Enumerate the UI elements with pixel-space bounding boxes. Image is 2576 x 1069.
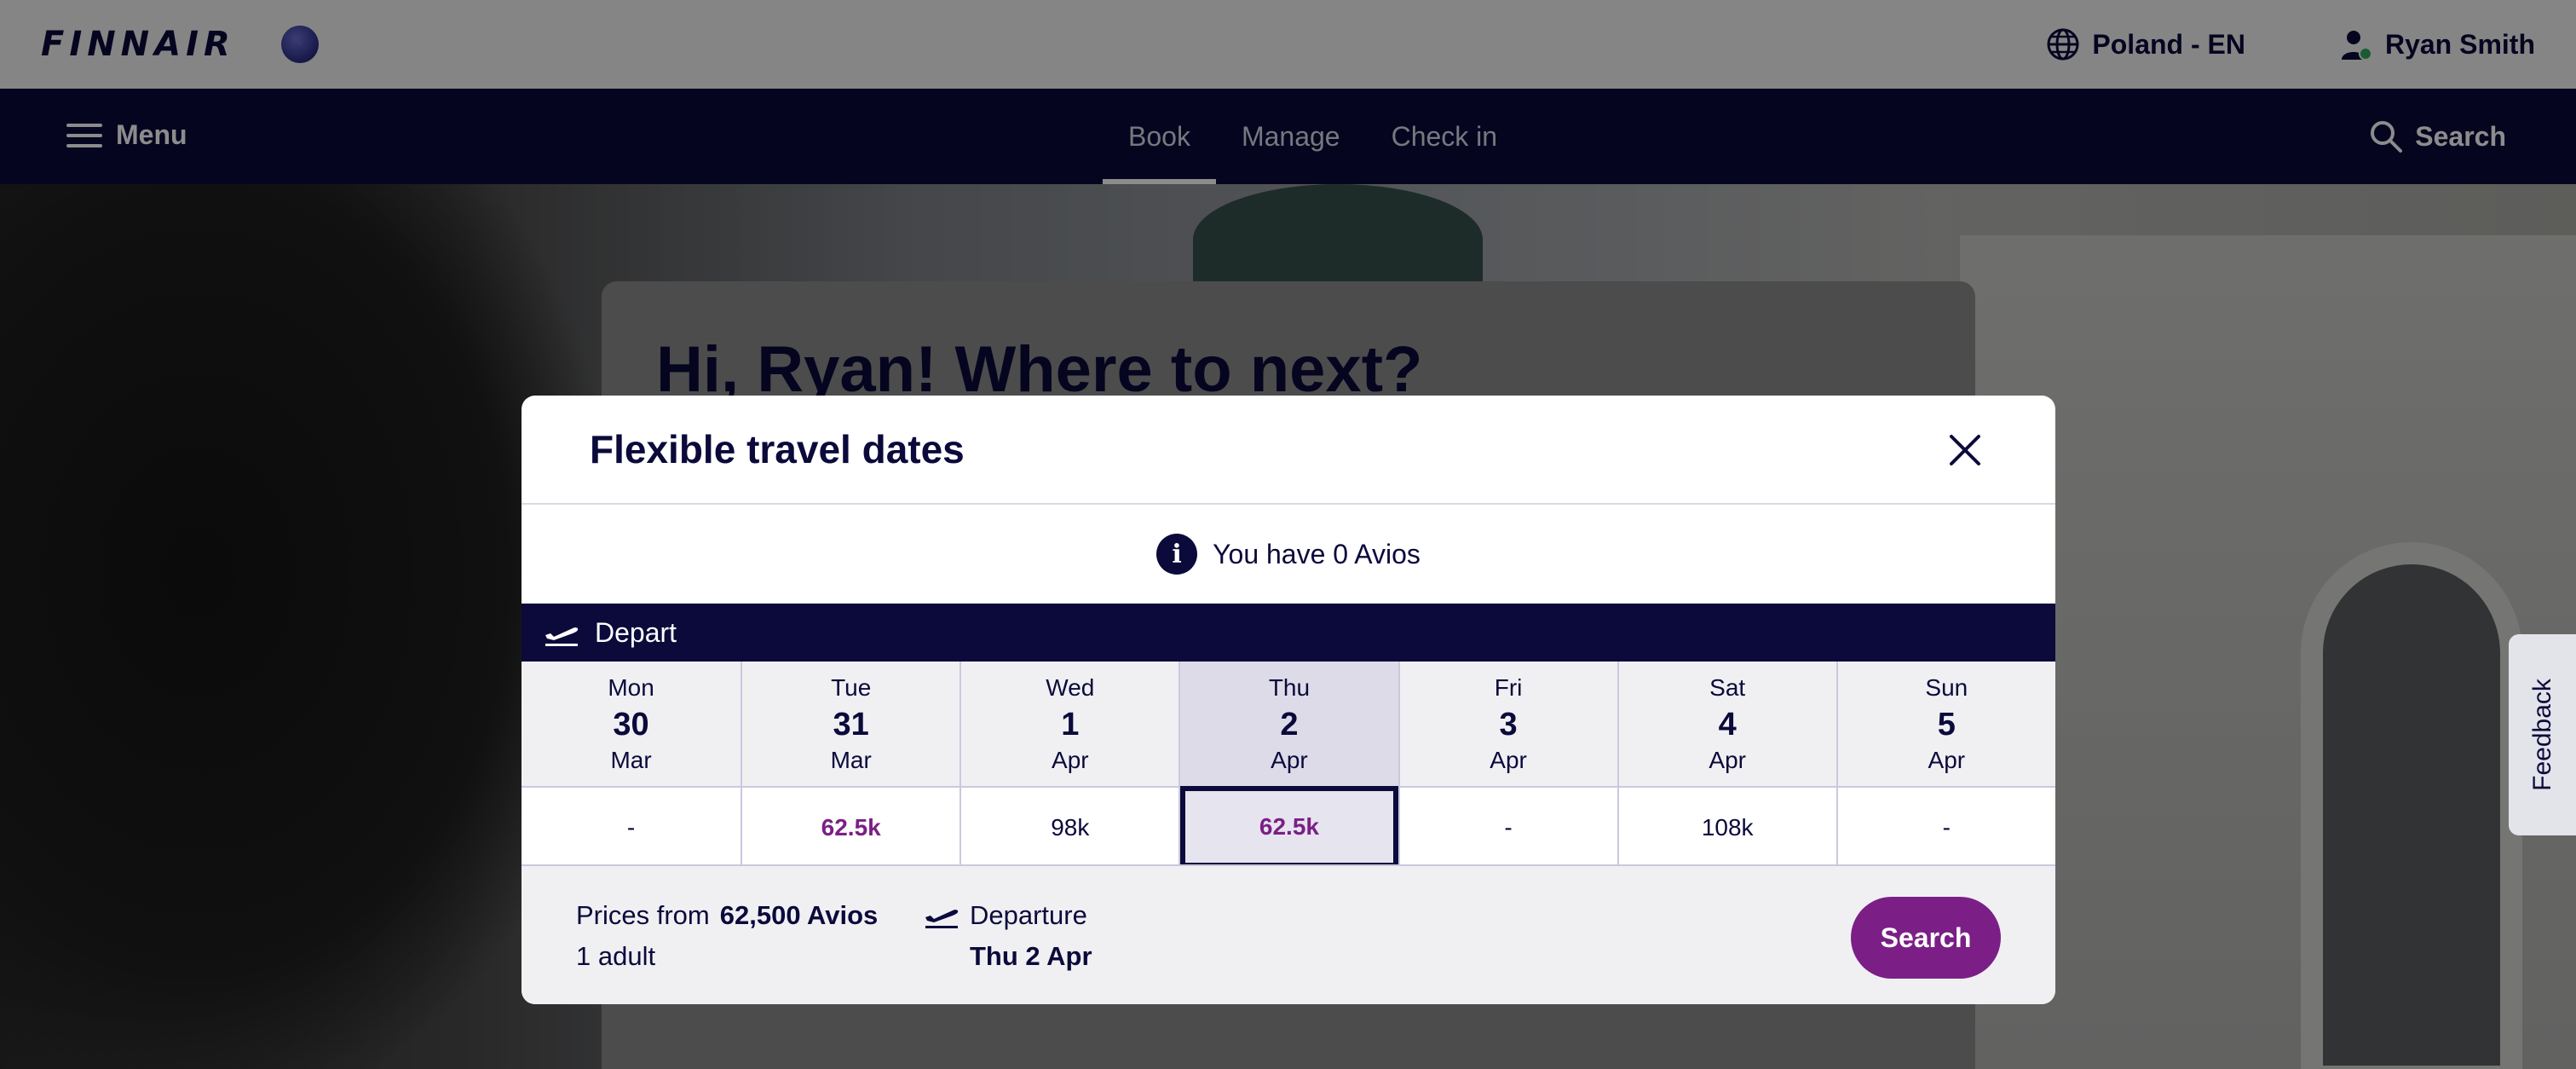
modal-footer: Prices from 62,500 Avios 1 adult Departur… bbox=[522, 864, 2055, 1004]
day-header[interactable]: Sun 5 Apr bbox=[1837, 662, 2055, 786]
departure-label: Departure bbox=[970, 900, 1087, 930]
feedback-tab[interactable]: Feedback bbox=[2509, 634, 2576, 835]
day-header[interactable]: Tue 31 Mar bbox=[742, 662, 960, 786]
price-cell[interactable]: 108k bbox=[1618, 786, 1836, 868]
day-month: Apr bbox=[1490, 746, 1527, 773]
depart-label: Depart bbox=[595, 616, 677, 648]
avios-info: i You have 0 Avios bbox=[522, 505, 2055, 604]
modal-header: Flexible travel dates bbox=[522, 396, 2055, 505]
price-cell[interactable]: 62.5k bbox=[742, 786, 960, 868]
day-number: 31 bbox=[833, 706, 869, 743]
day-of-week: Tue bbox=[831, 673, 872, 701]
day-month: Apr bbox=[1928, 746, 1966, 773]
price-cell[interactable]: - bbox=[1399, 786, 1617, 868]
prices-from-value: 62,500 Avios bbox=[719, 900, 879, 930]
modal-title: Flexible travel dates bbox=[590, 427, 965, 471]
day-number: 5 bbox=[1937, 706, 1956, 743]
close-icon[interactable] bbox=[1945, 430, 1985, 471]
passenger-count: 1 adult bbox=[576, 941, 656, 971]
plane-takeoff-icon bbox=[545, 627, 579, 646]
avios-balance: You have 0 Avios bbox=[1213, 538, 1421, 569]
day-of-week: Wed bbox=[1046, 673, 1095, 701]
day-number: 3 bbox=[1499, 706, 1518, 743]
plane-takeoff-icon bbox=[925, 910, 959, 928]
day-of-week: Fri bbox=[1494, 673, 1523, 701]
search-button[interactable]: Search bbox=[1851, 897, 2001, 979]
day-header[interactable]: Thu 2 Apr bbox=[1180, 662, 1398, 786]
day-month: Apr bbox=[1709, 746, 1746, 773]
day-header[interactable]: Fri 3 Apr bbox=[1399, 662, 1617, 786]
info-icon: i bbox=[1156, 534, 1198, 575]
price-cell[interactable]: - bbox=[522, 786, 741, 868]
price-cell[interactable]: 98k bbox=[961, 786, 1179, 868]
date-column: Sat 4 Apr 108k bbox=[1616, 662, 1836, 868]
departure-date: Thu 2 Apr bbox=[970, 941, 1092, 971]
day-month: Mar bbox=[830, 746, 872, 773]
day-month: Apr bbox=[1271, 746, 1308, 773]
feedback-label: Feedback bbox=[2527, 679, 2556, 791]
flexible-dates-modal: Flexible travel dates i You have 0 Avios… bbox=[522, 396, 2055, 1004]
day-of-week: Sun bbox=[1925, 673, 1968, 701]
day-of-week: Sat bbox=[1709, 673, 1746, 701]
day-of-week: Mon bbox=[608, 673, 654, 701]
date-grid: Mon 30 Mar - Tue 31 Mar 62.5k Wed 1 Apr 98k Thu 2 Apr 6… bbox=[522, 662, 2055, 868]
date-column: Fri 3 Apr - bbox=[1397, 662, 1617, 868]
day-number: 30 bbox=[613, 706, 649, 743]
prices-from: Prices from 62,500 Avios bbox=[576, 900, 878, 931]
day-header[interactable]: Sat 4 Apr bbox=[1618, 662, 1836, 786]
depart-header: Depart bbox=[522, 604, 2055, 662]
date-column: Mon 30 Mar - bbox=[522, 662, 741, 868]
day-number: 2 bbox=[1280, 706, 1299, 743]
price-cell[interactable]: - bbox=[1837, 786, 2055, 868]
day-number: 1 bbox=[1061, 706, 1080, 743]
date-column: Thu 2 Apr 62.5k bbox=[1179, 662, 1398, 868]
day-month: Apr bbox=[1052, 746, 1089, 773]
day-number: 4 bbox=[1718, 706, 1737, 743]
date-column: Tue 31 Mar 62.5k bbox=[741, 662, 960, 868]
price-cell[interactable]: 62.5k bbox=[1180, 786, 1398, 868]
date-column: Sun 5 Apr - bbox=[1835, 662, 2055, 868]
day-header[interactable]: Mon 30 Mar bbox=[522, 662, 741, 786]
date-column: Wed 1 Apr 98k bbox=[960, 662, 1179, 868]
day-of-week: Thu bbox=[1268, 673, 1311, 701]
day-month: Mar bbox=[610, 746, 652, 773]
day-header[interactable]: Wed 1 Apr bbox=[961, 662, 1179, 786]
prices-from-label: Prices from bbox=[576, 900, 710, 930]
